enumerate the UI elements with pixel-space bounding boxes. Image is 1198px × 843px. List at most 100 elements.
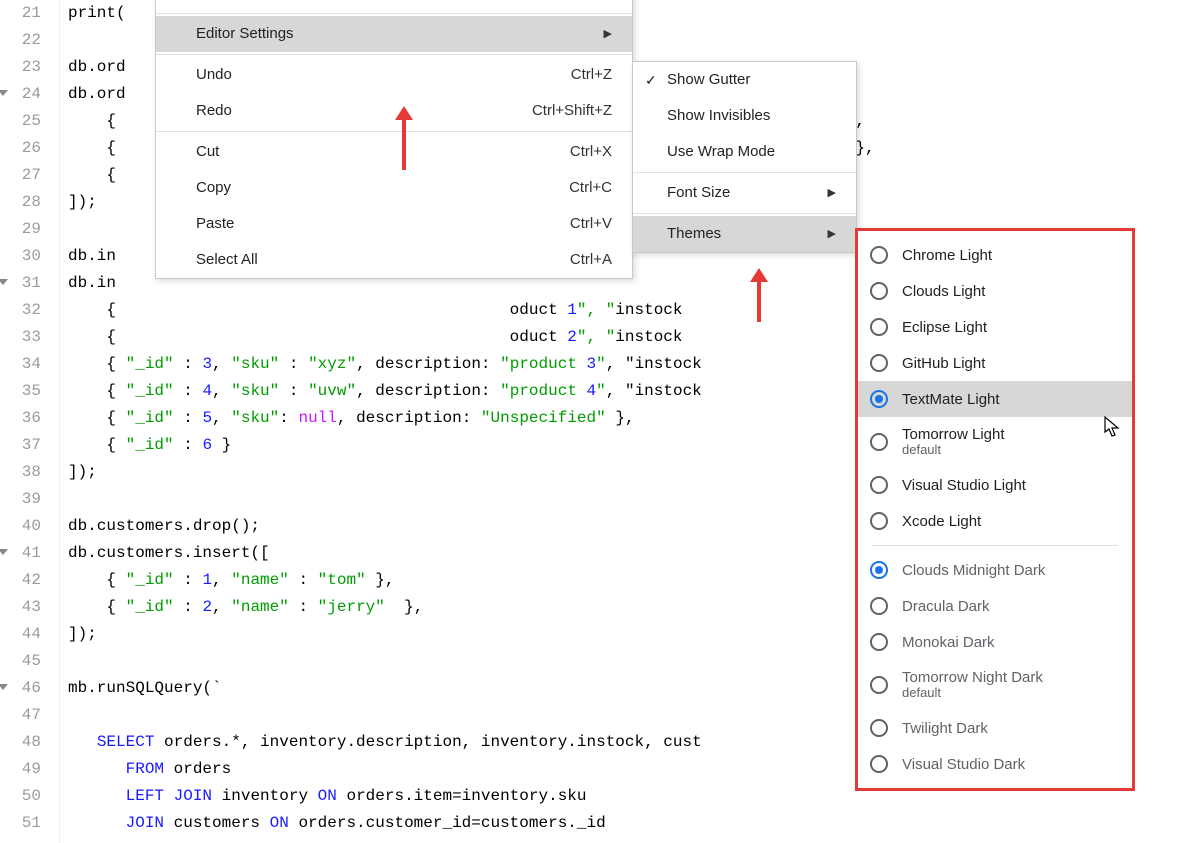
theme-option[interactable]: GitHub Light: [858, 345, 1132, 381]
context-menu-item-label: Select All: [196, 242, 258, 278]
code-line[interactable]: JOIN customers ON orders.customer_id=cus…: [68, 810, 1198, 837]
line-number: 29: [0, 216, 41, 243]
radio-icon: [870, 282, 888, 300]
line-number: 32: [0, 297, 41, 324]
line-number: 23: [0, 54, 41, 81]
theme-label: Monokai Dark: [902, 634, 995, 651]
line-number: 24: [0, 81, 41, 108]
theme-option[interactable]: Eclipse Light: [858, 309, 1132, 345]
line-number: 25: [0, 108, 41, 135]
line-number: 39: [0, 486, 41, 513]
radio-icon: [870, 476, 888, 494]
menu-shortcut: Ctrl+X: [570, 134, 612, 170]
settings-menu-item[interactable]: Themes▶: [633, 216, 856, 252]
menu-shortcut: Ctrl+A: [570, 242, 612, 278]
line-number: 44: [0, 621, 41, 648]
context-menu-item[interactable]: UndoCtrl+Z: [156, 57, 632, 93]
theme-option[interactable]: Twilight Dark: [858, 710, 1132, 746]
line-number: 42: [0, 567, 41, 594]
theme-option[interactable]: Tomorrow Lightdefault: [858, 417, 1132, 467]
context-menu-item-label: Editor Settings: [196, 16, 294, 52]
theme-option[interactable]: Xcode Light: [858, 503, 1132, 539]
line-number: 43: [0, 594, 41, 621]
theme-option[interactable]: Chrome Light: [858, 237, 1132, 273]
theme-label: GitHub Light: [902, 355, 985, 372]
theme-option[interactable]: Dracula Dark: [858, 588, 1132, 624]
context-menu-item-label: Copy: [196, 170, 231, 206]
settings-menu-item-label: Use Wrap Mode: [667, 134, 775, 170]
settings-menu-item[interactable]: Show Invisibles: [633, 98, 856, 134]
theme-option[interactable]: Clouds Light: [858, 273, 1132, 309]
submenu-arrow-icon: ▶: [828, 216, 836, 252]
radio-icon: [870, 318, 888, 336]
context-menu-item-label: Paste: [196, 206, 234, 242]
settings-menu-item[interactable]: Use Wrap Mode: [633, 134, 856, 170]
theme-sublabel: default: [902, 443, 1005, 457]
theme-option[interactable]: Monokai Dark: [858, 624, 1132, 660]
line-number: 35: [0, 378, 41, 405]
theme-label: Dracula Dark: [902, 598, 990, 615]
line-number: 30: [0, 243, 41, 270]
theme-label: Clouds Light: [902, 283, 985, 300]
menu-shortcut: Ctrl+Shift+Z: [532, 93, 612, 129]
themes-panel[interactable]: Chrome Light Clouds Light Eclipse Light Git…: [855, 228, 1135, 791]
settings-menu-separator: [633, 172, 856, 173]
context-menu[interactable]: Folding ▶ Editor Settings ▶ UndoCtrl+ZRedo Ct…: [155, 0, 633, 279]
context-menu-item-label: Folding: [196, 0, 245, 11]
submenu-arrow-icon: ▶: [604, 0, 612, 11]
theme-option[interactable]: Clouds Midnight Dark: [858, 552, 1132, 588]
settings-menu-item[interactable]: Show Gutter: [633, 62, 856, 98]
theme-label: Chrome Light: [902, 247, 992, 264]
radio-icon: [870, 390, 888, 408]
radio-icon: [870, 512, 888, 530]
theme-option[interactable]: Tomorrow Night Darkdefault: [858, 660, 1132, 710]
radio-icon: [870, 561, 888, 579]
menu-shortcut: Ctrl+V: [570, 206, 612, 242]
submenu-arrow-icon: ▶: [828, 175, 836, 211]
context-menu-item-label: Redo: [196, 93, 232, 129]
line-number: 33: [0, 324, 41, 351]
line-gutter: 2122232425262728293031323334353637383940…: [0, 0, 60, 843]
theme-label: Clouds Midnight Dark: [902, 562, 1045, 579]
context-menu-item[interactable]: Folding ▶: [156, 0, 632, 11]
annotation-arrow-1: [402, 118, 406, 170]
context-menu-item[interactable]: CutCtrl+X: [156, 134, 632, 170]
line-number: 41: [0, 540, 41, 567]
editor-settings-submenu[interactable]: Show GutterShow InvisiblesUse Wrap Mode F…: [632, 61, 857, 253]
line-number: 38: [0, 459, 41, 486]
context-menu-item[interactable]: Select All Ctrl+A: [156, 242, 632, 278]
context-menu-item[interactable]: Redo Ctrl+Shift+Z: [156, 93, 632, 129]
settings-menu-item-label: Font Size: [667, 175, 730, 211]
theme-label: Twilight Dark: [902, 720, 988, 737]
line-number: 36: [0, 405, 41, 432]
menu-shortcut: Ctrl+Z: [571, 57, 612, 93]
line-number: 27: [0, 162, 41, 189]
settings-menu-item[interactable]: Font Size ▶: [633, 175, 856, 211]
line-number: 46: [0, 675, 41, 702]
context-menu-item[interactable]: Editor Settings ▶: [156, 16, 632, 52]
line-number: 40: [0, 513, 41, 540]
radio-icon: [870, 755, 888, 773]
line-number: 45: [0, 648, 41, 675]
line-number: 50: [0, 783, 41, 810]
settings-menu-item-label: Show Gutter: [667, 62, 750, 98]
theme-sublabel: default: [902, 686, 1043, 700]
theme-label: Visual Studio Light: [902, 477, 1026, 494]
annotation-arrow-2: [757, 280, 761, 322]
line-number: 26: [0, 135, 41, 162]
radio-icon: [870, 246, 888, 264]
radio-icon: [870, 676, 888, 694]
radio-icon: [870, 433, 888, 451]
theme-label: Tomorrow Night Darkdefault: [902, 669, 1043, 700]
radio-icon: [870, 719, 888, 737]
theme-option[interactable]: TextMate Light: [858, 381, 1132, 417]
menu-shortcut: Ctrl+C: [569, 170, 612, 206]
theme-option[interactable]: Visual Studio Light: [858, 467, 1132, 503]
submenu-arrow-icon: ▶: [604, 16, 612, 52]
context-menu-item[interactable]: Copy Ctrl+C: [156, 170, 632, 206]
context-menu-item[interactable]: Paste Ctrl+V: [156, 206, 632, 242]
context-menu-separator: [156, 13, 632, 14]
line-number: 49: [0, 756, 41, 783]
theme-option[interactable]: Visual Studio Dark: [858, 746, 1132, 782]
line-number: 34: [0, 351, 41, 378]
